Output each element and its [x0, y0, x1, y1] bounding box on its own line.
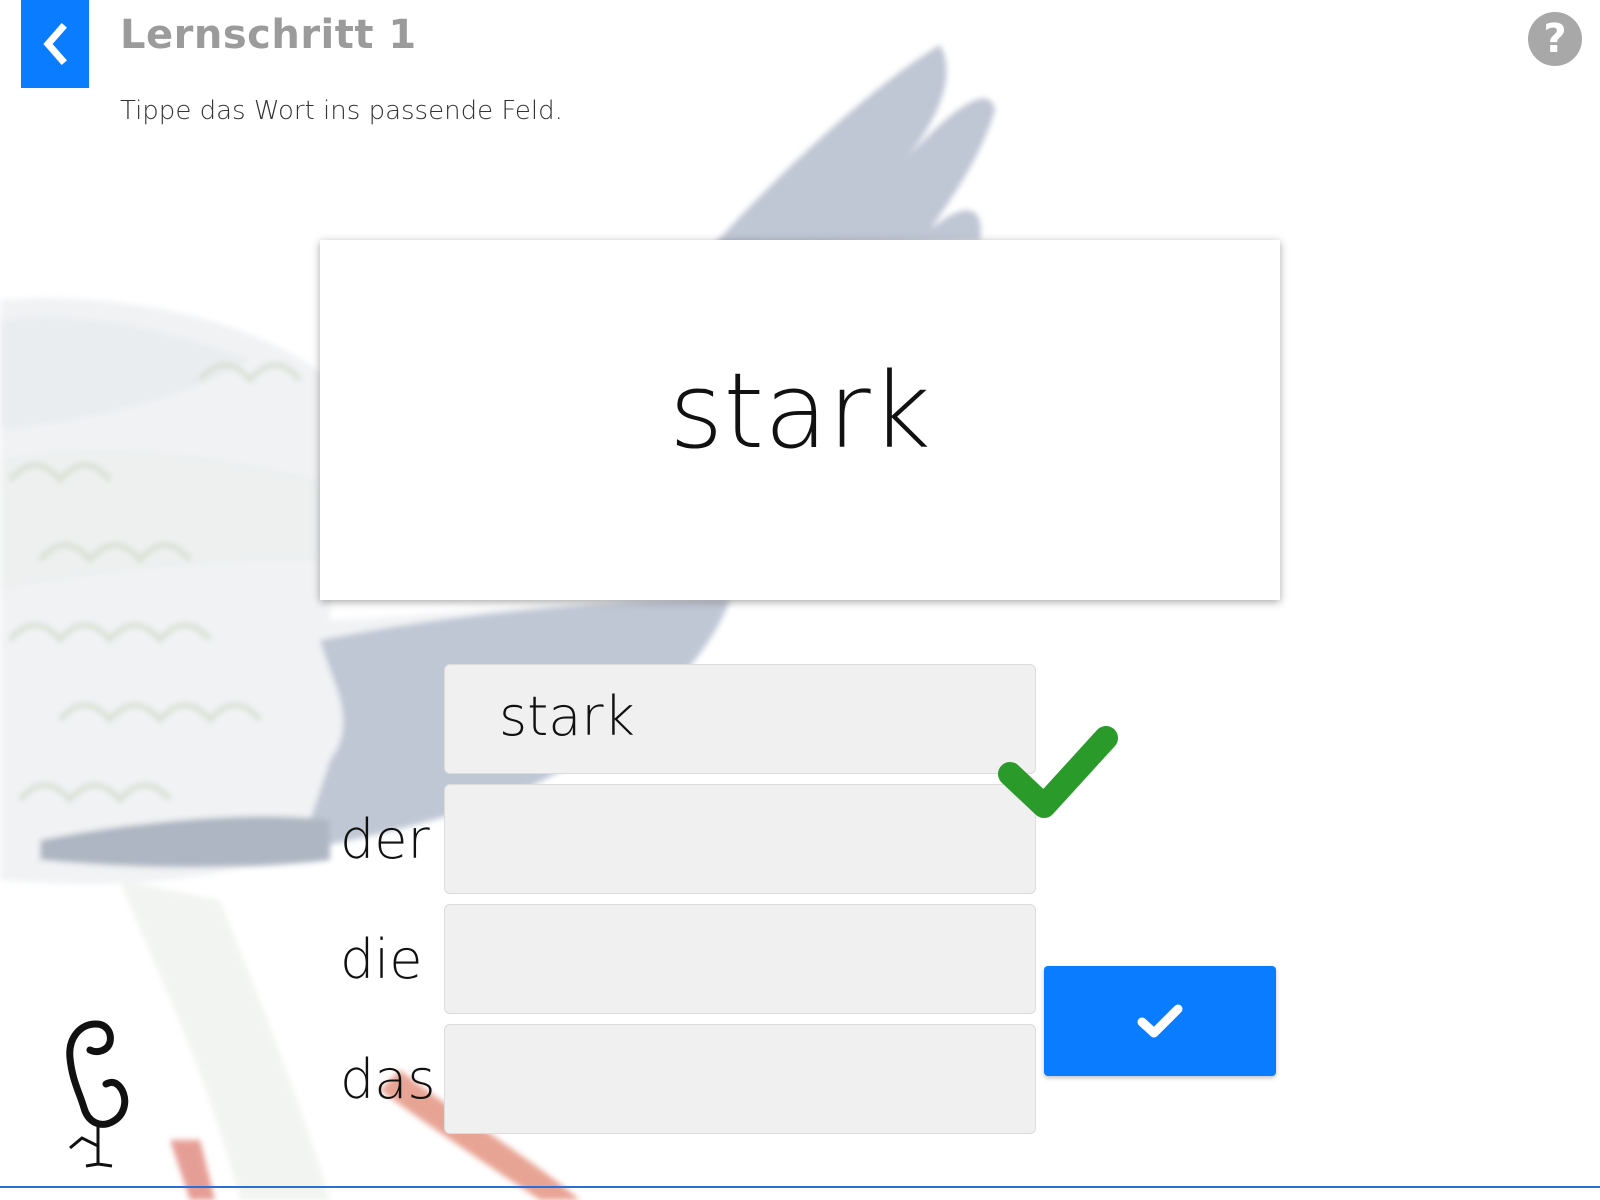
slot-die[interactable] — [444, 904, 1036, 1014]
answer-slot[interactable]: stark — [444, 664, 1036, 774]
progress-line — [0, 1186, 1600, 1188]
answer-value: stark — [499, 685, 635, 748]
correct-checkmark-icon — [998, 726, 1118, 818]
prompt-word: stark — [669, 350, 931, 472]
slot-das[interactable] — [444, 1024, 1036, 1134]
question-icon: ? — [1543, 16, 1567, 62]
article-label-die: die — [340, 928, 423, 991]
article-label-der: der — [340, 808, 430, 871]
article-label-das: das — [340, 1048, 436, 1111]
help-button[interactable]: ? — [1528, 12, 1582, 66]
checkmark-icon — [1137, 1004, 1183, 1038]
stork-background-illustration — [0, 45, 995, 1200]
slot-der[interactable] — [444, 784, 1036, 894]
back-button[interactable] — [21, 0, 89, 88]
chevron-left-icon — [43, 23, 67, 65]
page-title: Lernschritt 1 — [120, 12, 417, 58]
instruction-text: Tippe das Wort ins passende Feld. — [120, 96, 563, 126]
submit-button[interactable] — [1044, 966, 1276, 1076]
stork-logo-icon — [66, 1020, 129, 1168]
word-card: stark — [320, 240, 1280, 600]
